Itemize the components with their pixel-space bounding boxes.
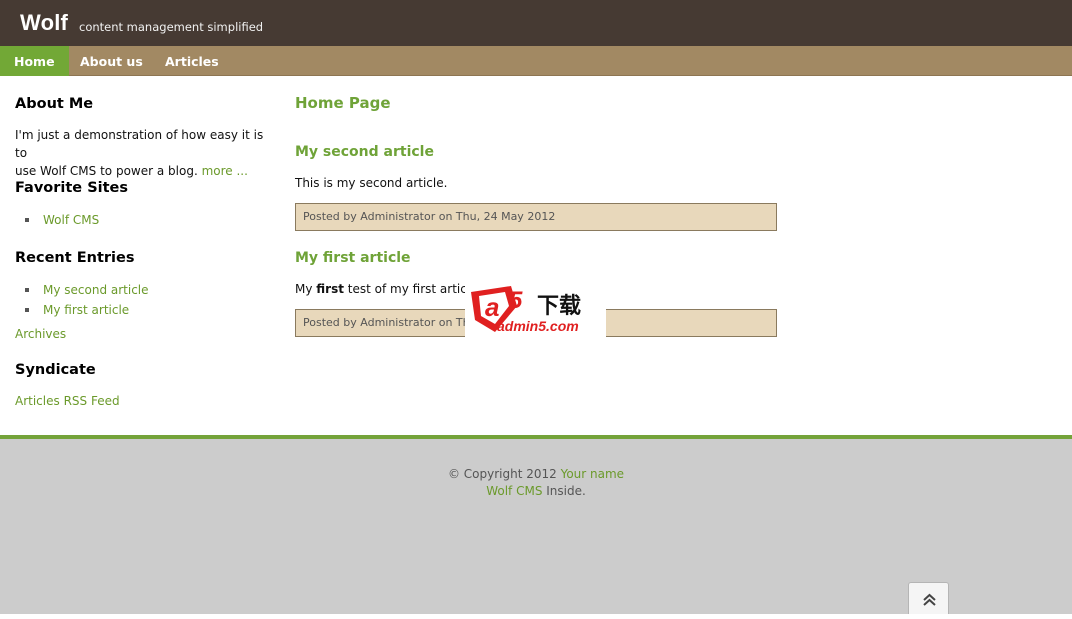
favorite-sites-list: Wolf CMS	[15, 210, 99, 230]
footer-copyright: © Copyright 2012 Your name	[0, 467, 1072, 481]
syndicate-heading: Syndicate	[15, 362, 96, 378]
site-logo[interactable]: Wolf	[20, 10, 68, 36]
double-chevron-up-icon	[923, 593, 936, 606]
list-item: My second article	[15, 280, 149, 300]
article-first-body-prefix: My	[295, 282, 317, 296]
article-title-first: My first article	[295, 250, 411, 266]
watermark-site-text: admin5.com	[497, 318, 579, 334]
list-item: My first article	[15, 300, 149, 320]
recent-entry-second-link[interactable]: My second article	[43, 283, 149, 297]
about-me-text-line2: use Wolf CMS to power a blog.	[15, 164, 198, 178]
nav-about-us[interactable]: About us	[80, 46, 143, 76]
footer-wolf-cms-link[interactable]: Wolf CMS	[486, 484, 542, 498]
article-first-body: My first test of my first article	[295, 282, 478, 296]
archives-row: Archives	[15, 325, 66, 343]
about-me-text: I'm just a demonstration of how easy it …	[15, 126, 275, 180]
article-first-body-bold: first	[316, 282, 344, 296]
main-navigation: Home About us Articles	[0, 46, 1072, 76]
article-title-second: My second article	[295, 144, 434, 160]
svg-text:5: 5	[509, 287, 523, 314]
favorite-sites-heading: Favorite Sites	[15, 180, 128, 196]
syndicate-row: Articles RSS Feed	[15, 392, 120, 410]
footer-powered-by: Wolf CMS Inside.	[0, 484, 1072, 498]
watermark-logo: a 5 下载 admin5.com	[465, 280, 606, 338]
nav-articles[interactable]: Articles	[165, 46, 219, 76]
scroll-to-top-button[interactable]	[908, 582, 949, 614]
article-first-link[interactable]: My first article	[295, 250, 411, 266]
page-title: Home Page	[295, 94, 391, 112]
site-header: Wolf content management simplified	[0, 0, 1072, 46]
rss-feed-link[interactable]: Articles RSS Feed	[15, 394, 120, 408]
about-me-text-line1: I'm just a demonstration of how easy it …	[15, 128, 264, 160]
archives-link[interactable]: Archives	[15, 327, 66, 341]
copyright-text: © Copyright 2012	[447, 467, 561, 481]
site-tagline: content management simplified	[79, 20, 264, 34]
footer-inside-text: Inside.	[542, 484, 586, 498]
list-item: Wolf CMS	[15, 210, 99, 230]
favorite-site-wolf-cms-link[interactable]: Wolf CMS	[43, 213, 99, 227]
recent-entries-list: My second article My first article	[15, 280, 149, 320]
article-second-info: Posted by Administrator on Thu, 24 May 2…	[295, 203, 777, 231]
about-me-heading: About Me	[15, 96, 94, 112]
about-me-more-link[interactable]: more ...	[202, 164, 248, 178]
your-name-link[interactable]: Your name	[561, 467, 624, 481]
recent-entries-heading: Recent Entries	[15, 250, 135, 266]
nav-home[interactable]: Home	[0, 46, 69, 76]
article-second-body: This is my second article.	[295, 176, 448, 190]
article-first-body-suffix: test of my first article	[343, 282, 478, 296]
recent-entry-first-link[interactable]: My first article	[43, 303, 129, 317]
article-second-link[interactable]: My second article	[295, 144, 434, 160]
watermark-cn-text: 下载	[537, 294, 582, 319]
